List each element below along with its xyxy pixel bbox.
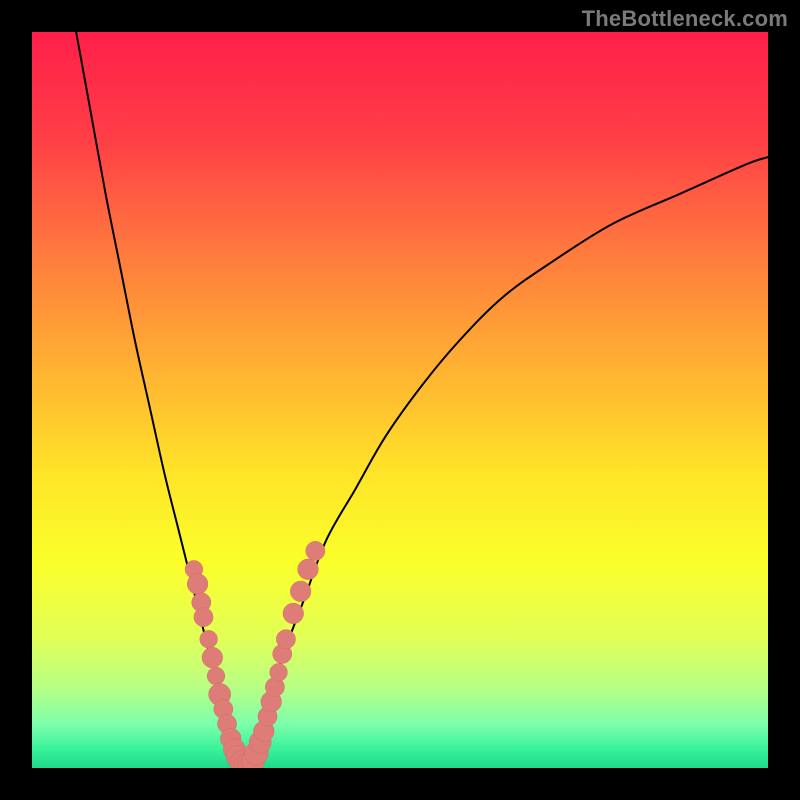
- plot-area: [32, 32, 768, 768]
- highlight-dot: [207, 667, 225, 685]
- highlight-dot: [187, 574, 208, 595]
- dots-layer: [32, 32, 768, 768]
- highlight-dot: [290, 581, 311, 602]
- watermark-text: TheBottleneck.com: [582, 6, 788, 32]
- highlight-dot: [298, 559, 319, 580]
- highlight-dot: [194, 608, 213, 627]
- highlight-dot: [276, 630, 295, 649]
- highlight-dot: [202, 647, 223, 668]
- highlight-dot: [200, 630, 218, 648]
- highlight-dot: [270, 663, 288, 681]
- highlight-dot: [283, 603, 304, 624]
- chart-frame: TheBottleneck.com: [0, 0, 800, 800]
- highlight-dot: [306, 541, 325, 560]
